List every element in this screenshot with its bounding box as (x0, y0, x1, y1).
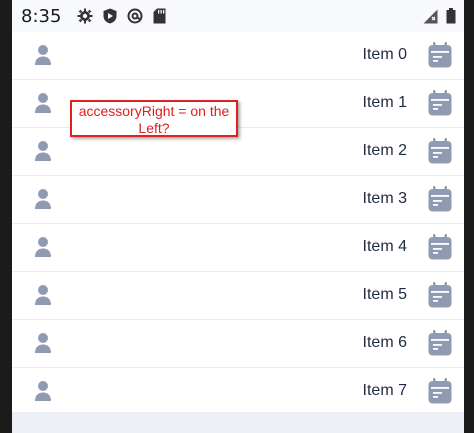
list-item-label: Item 3 (362, 190, 407, 207)
list-item-label: Item 5 (362, 286, 407, 303)
list-item-label: Item 7 (362, 382, 407, 399)
status-bar: 8:35 (12, 0, 464, 32)
at-icon (127, 8, 143, 24)
signal-icon (423, 9, 438, 29)
battery-icon (446, 8, 456, 29)
list-item[interactable]: Item 3 (12, 176, 464, 224)
calendar-icon[interactable] (428, 378, 452, 409)
person-icon (34, 284, 52, 311)
person-icon (34, 380, 52, 407)
person-icon (34, 236, 52, 263)
person-icon (34, 44, 52, 71)
calendar-icon[interactable] (428, 282, 452, 313)
list-item-label: Item 0 (362, 46, 407, 63)
list-item[interactable]: Item 7 (12, 368, 464, 415)
list-item-label: Item 2 (362, 142, 407, 159)
calendar-icon[interactable] (428, 90, 452, 121)
list-item-label: Item 4 (362, 238, 407, 255)
list-item[interactable]: Item 0 (12, 32, 464, 80)
person-icon (34, 92, 52, 119)
item-list: Item 0 Item 1 Item 2 Item 3 Item 4 Item 5 Item… (12, 32, 464, 415)
list-item[interactable]: Item 6 (12, 320, 464, 368)
sd-card-icon (153, 8, 166, 24)
app-screen: 8:35 Item 0 Item 1 Item 2 Item 3 Item 4 … (12, 0, 464, 433)
calendar-icon[interactable] (428, 138, 452, 169)
person-icon (34, 332, 52, 359)
person-icon (34, 140, 52, 167)
calendar-icon[interactable] (428, 330, 452, 361)
calendar-icon[interactable] (428, 42, 452, 73)
calendar-icon[interactable] (428, 186, 452, 217)
list-item-label: Item 6 (362, 334, 407, 351)
list-item[interactable]: Item 5 (12, 272, 464, 320)
status-time: 8:35 (21, 5, 62, 27)
status-right-icons (423, 8, 456, 29)
device-frame: 8:35 Item 0 Item 1 Item 2 Item 3 Item 4 … (0, 0, 474, 433)
calendar-icon[interactable] (428, 234, 452, 265)
shield-icon (103, 8, 117, 24)
status-icons (77, 8, 166, 24)
list-item-label: Item 1 (362, 94, 407, 111)
person-icon (34, 188, 52, 215)
gear-icon (77, 8, 93, 24)
annotation-callout: accessoryRight = on the Left? (70, 100, 238, 137)
bottom-background (12, 412, 464, 433)
list-item[interactable]: Item 4 (12, 224, 464, 272)
